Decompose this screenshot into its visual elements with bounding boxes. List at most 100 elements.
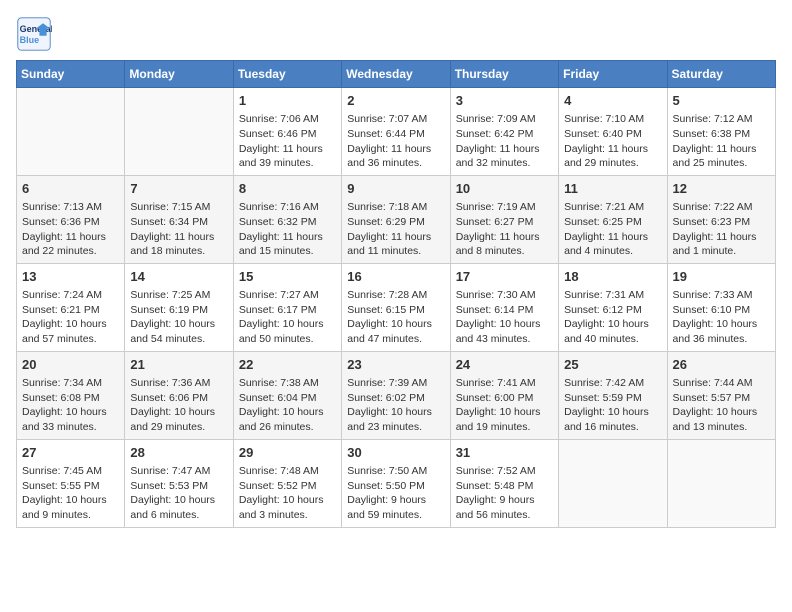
day-info: Daylight: 10 hours and 3 minutes.: [239, 493, 336, 522]
weekday-wednesday: Wednesday: [342, 61, 450, 88]
calendar-cell: 22Sunrise: 7:38 AMSunset: 6:04 PMDayligh…: [233, 351, 341, 439]
calendar-cell: 29 Sunrise: 7:48 AMSunset: 5:52 PMDayligh…: [233, 439, 341, 527]
day-info: Sunrise: 7:31 AM: [564, 288, 661, 303]
calendar-cell: 24Sunrise: 7:41 AMSunset: 6:00 PMDayligh…: [450, 351, 558, 439]
day-info: Sunrise: 7:34 AM: [22, 376, 119, 391]
calendar-cell: 1Sunrise: 7:06 AMSunset: 6:46 PMDaylight…: [233, 88, 341, 176]
day-info: Sunrise: 7:16 AM: [239, 200, 336, 215]
day-info: Sunset: 6:40 PM: [564, 127, 661, 142]
day-info: Sunrise: 7:44 AM: [673, 376, 770, 391]
day-info: Sunset: 6:23 PM: [673, 215, 770, 230]
day-number: 9: [347, 180, 444, 198]
calendar-week-1: 1Sunrise: 7:06 AMSunset: 6:46 PMDaylight…: [17, 88, 776, 176]
calendar-cell: 15Sunrise: 7:27 AMSunset: 6:17 PMDayligh…: [233, 263, 341, 351]
day-info: Sunrise: 7:12 AM: [673, 112, 770, 127]
day-info: Daylight: 11 hours and 25 minutes.: [673, 142, 770, 171]
weekday-monday: Monday: [125, 61, 233, 88]
day-number: 5: [673, 92, 770, 110]
day-number: 6: [22, 180, 119, 198]
weekday-thursday: Thursday: [450, 61, 558, 88]
day-info: Daylight: 11 hours and 18 minutes.: [130, 230, 227, 259]
calendar-cell: 11Sunrise: 7:21 AMSunset: 6:25 PMDayligh…: [559, 175, 667, 263]
day-number: 23: [347, 356, 444, 374]
day-number: 4: [564, 92, 661, 110]
calendar-cell: 26 Sunrise: 7:44 AMSunset: 5:57 PMDayligh…: [667, 351, 775, 439]
day-number: 29: [239, 444, 336, 462]
day-info: Sunset: 5:52 PM: [239, 479, 336, 494]
day-info: Sunrise: 7:24 AM: [22, 288, 119, 303]
day-info: Sunrise: 7:22 AM: [673, 200, 770, 215]
calendar-week-3: 13Sunrise: 7:24 AMSunset: 6:21 PMDayligh…: [17, 263, 776, 351]
day-info: Sunrise: 7:07 AM: [347, 112, 444, 127]
day-info: Daylight: 10 hours and 50 minutes.: [239, 317, 336, 346]
day-info: Daylight: 10 hours and 36 minutes.: [673, 317, 770, 346]
day-info: Sunset: 6:34 PM: [130, 215, 227, 230]
calendar-cell: 16Sunrise: 7:28 AMSunset: 6:15 PMDayligh…: [342, 263, 450, 351]
day-info: Sunrise: 7:42 AM: [564, 376, 661, 391]
day-number: 30: [347, 444, 444, 462]
day-info: Sunrise: 7:52 AM: [456, 464, 553, 479]
day-info: Sunrise: 7:48 AM: [239, 464, 336, 479]
day-info: Sunset: 6:36 PM: [22, 215, 119, 230]
day-info: Sunset: 5:57 PM: [673, 391, 770, 406]
day-info: Sunrise: 7:38 AM: [239, 376, 336, 391]
calendar-week-4: 20 Sunrise: 7:34 AMSunset: 6:08 PM Dayligh…: [17, 351, 776, 439]
calendar-cell: 27Sunrise: 7:45 AMSunset: 5:55 PMDayligh…: [17, 439, 125, 527]
calendar-cell: [125, 88, 233, 176]
day-info: Sunset: 6:02 PM: [347, 391, 444, 406]
day-info: Daylight: 10 hours and 57 minutes.: [22, 317, 119, 346]
calendar-cell: 3Sunrise: 7:09 AMSunset: 6:42 PMDaylight…: [450, 88, 558, 176]
day-info: Sunrise: 7:33 AM: [673, 288, 770, 303]
day-info: Sunrise: 7:50 AM: [347, 464, 444, 479]
day-info: Sunrise: 7:19 AM: [456, 200, 553, 215]
calendar-cell: 5Sunrise: 7:12 AMSunset: 6:38 PMDaylight…: [667, 88, 775, 176]
day-info: Daylight: 11 hours and 36 minutes.: [347, 142, 444, 171]
calendar-cell: 20Sunrise: 7:34 AMSunset: 6:08 PMDayligh…: [17, 351, 125, 439]
calendar-cell: 19Sunrise: 7:33 AMSunset: 6:10 PMDayligh…: [667, 263, 775, 351]
day-info: Daylight: 11 hours and 29 minutes.: [564, 142, 661, 171]
day-info: Sunrise: 7:39 AM: [347, 376, 444, 391]
day-info: Sunrise: 7:28 AM: [347, 288, 444, 303]
day-number: 15: [239, 268, 336, 286]
day-number: 10: [456, 180, 553, 198]
day-info: Sunrise: 7:30 AM: [456, 288, 553, 303]
weekday-saturday: Saturday: [667, 61, 775, 88]
day-info: Daylight: 10 hours and 43 minutes.: [456, 317, 553, 346]
day-info: Daylight: 9 hours and 59 minutes.: [347, 493, 444, 522]
calendar-cell: 31Sunrise: 7:52 AMSunset: 5:48 PMDayligh…: [450, 439, 558, 527]
day-info: Sunset: 6:42 PM: [456, 127, 553, 142]
day-info: Sunrise: 7:18 AM: [347, 200, 444, 215]
calendar-cell: 30 Sunrise: 7:50 AMSunset: 5:50 PMDayligh…: [342, 439, 450, 527]
day-info: Sunset: 5:55 PM: [22, 479, 119, 494]
day-info: Daylight: 10 hours and 19 minutes.: [456, 405, 553, 434]
day-info: Sunrise: 7:09 AM: [456, 112, 553, 127]
day-info: Sunset: 6:08 PM: [22, 391, 119, 406]
day-number: 22: [239, 356, 336, 374]
day-info: Sunset: 6:44 PM: [347, 127, 444, 142]
day-info: Daylight: 11 hours and 8 minutes.: [456, 230, 553, 259]
day-info: Sunrise: 7:41 AM: [456, 376, 553, 391]
day-info: Sunrise: 7:10 AM: [564, 112, 661, 127]
day-info: Sunset: 6:14 PM: [456, 303, 553, 318]
calendar-table: SundayMondayTuesdayWednesdayThursdayFrid…: [16, 60, 776, 528]
calendar-week-5: 27Sunrise: 7:45 AMSunset: 5:55 PMDayligh…: [17, 439, 776, 527]
calendar-cell: 7Sunrise: 7:15 AMSunset: 6:34 PMDaylight…: [125, 175, 233, 263]
svg-text:Blue: Blue: [20, 35, 40, 45]
day-info: Sunset: 5:59 PM: [564, 391, 661, 406]
calendar-cell: 2Sunrise: 7:07 AMSunset: 6:44 PMDaylight…: [342, 88, 450, 176]
header: General Blue: [16, 16, 776, 52]
day-number: 26: [673, 356, 770, 374]
day-number: 20: [22, 356, 119, 374]
logo: General Blue: [16, 16, 56, 52]
day-info: Daylight: 11 hours and 39 minutes.: [239, 142, 336, 171]
day-info: Sunset: 5:50 PM: [347, 479, 444, 494]
day-info: Sunset: 6:12 PM: [564, 303, 661, 318]
day-info: Daylight: 10 hours and 13 minutes.: [673, 405, 770, 434]
day-number: 12: [673, 180, 770, 198]
calendar-cell: 12Sunrise: 7:22 AMSunset: 6:23 PMDayligh…: [667, 175, 775, 263]
weekday-friday: Friday: [559, 61, 667, 88]
svg-text:General: General: [20, 24, 52, 34]
calendar-cell: 14Sunrise: 7:25 AMSunset: 6:19 PMDayligh…: [125, 263, 233, 351]
day-number: 3: [456, 92, 553, 110]
weekday-sunday: Sunday: [17, 61, 125, 88]
